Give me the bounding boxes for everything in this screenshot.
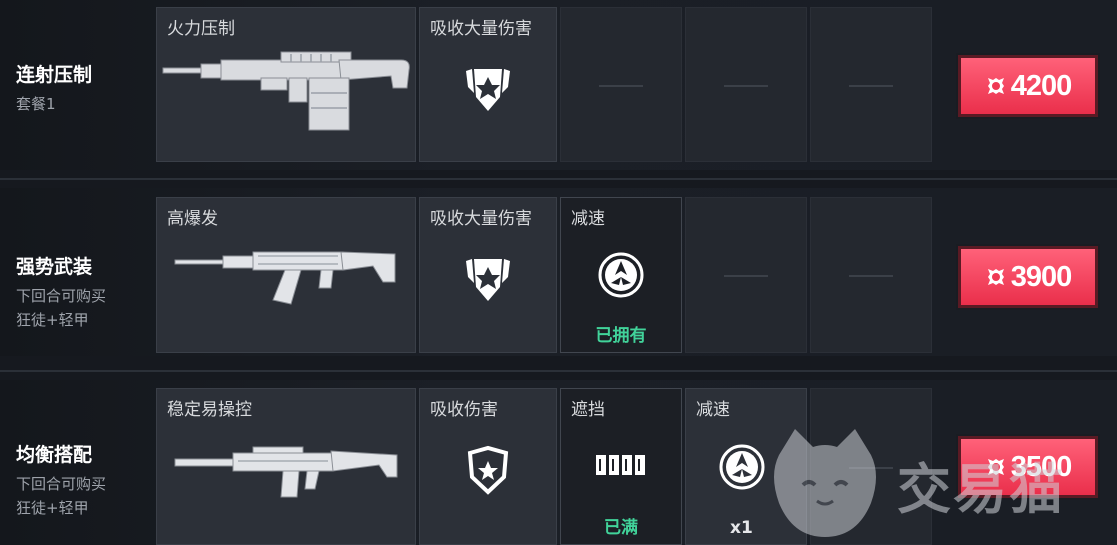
- credits-icon: [987, 459, 1004, 475]
- package-subtitle: 下回合可购买: [16, 475, 107, 493]
- armor-card[interactable]: 吸收大量伤害: [419, 197, 557, 353]
- armor-label: 吸收伤害: [430, 400, 498, 420]
- armor-card[interactable]: 吸收大量伤害: [419, 7, 557, 162]
- weapon-card[interactable]: 火力压制: [156, 7, 416, 162]
- machine-gun-icon: [162, 51, 410, 131]
- weapon-label: 火力压制: [167, 19, 235, 39]
- owned-status: 已拥有: [595, 326, 647, 346]
- empty-slot: [685, 197, 807, 353]
- weapon-label: 高爆发: [167, 209, 218, 229]
- package-subtitle: 下回合可购买: [16, 287, 107, 305]
- ability-label: 遮挡: [571, 400, 605, 420]
- package-title: 连射压制: [16, 64, 93, 86]
- package-subtitle-2: 狂徒+轻甲: [16, 311, 89, 329]
- weapon-card[interactable]: 高爆发: [156, 197, 416, 353]
- ability-card[interactable]: 遮挡 已满: [560, 388, 682, 545]
- package-title: 强势武装: [16, 256, 93, 278]
- slow-orb-icon: [719, 444, 765, 489]
- ability-card[interactable]: 减速 x1: [685, 388, 807, 545]
- armor-label: 吸收大量伤害: [430, 19, 532, 39]
- price-value: 3900: [1010, 260, 1073, 293]
- armor-label: 吸收大量伤害: [430, 209, 532, 229]
- package-row-1: 连射压制 套餐1 火力压制 吸收大量伤害 4200: [0, 0, 1117, 170]
- package-subtitle-2: 狂徒+轻甲: [16, 499, 89, 517]
- empty-slot: [810, 7, 932, 162]
- credits-icon: [987, 78, 1004, 94]
- full-status: 已满: [604, 518, 638, 538]
- ability-label: 减速: [571, 209, 605, 229]
- slow-orb-icon: [598, 252, 644, 298]
- package-row-3: 均衡搭配 下回合可购买 狂徒+轻甲 稳定易操控 吸收伤害 遮挡 已满 减速 x1…: [0, 380, 1117, 545]
- heavy-shield-icon: [466, 68, 510, 111]
- weapon-label: 稳定易操控: [167, 400, 252, 420]
- price-value: 3500: [1010, 450, 1073, 483]
- ability-card[interactable]: 减速 已拥有: [560, 197, 682, 353]
- buy-button[interactable]: 4200: [958, 55, 1098, 117]
- package-subtitle: 套餐1: [16, 95, 56, 113]
- ability-label: 减速: [696, 400, 730, 420]
- price-value: 4200: [1010, 69, 1073, 102]
- empty-slot: [810, 197, 932, 353]
- buy-button[interactable]: 3500: [958, 436, 1098, 498]
- armor-card[interactable]: 吸收伤害: [419, 388, 557, 545]
- assault-rifle-icon: [174, 251, 396, 305]
- credits-icon: [987, 269, 1004, 285]
- rifle-icon: [174, 446, 398, 498]
- wall-icon: [596, 454, 645, 475]
- empty-slot: [685, 7, 807, 162]
- empty-slot: [560, 7, 682, 162]
- buy-button[interactable]: 3900: [958, 246, 1098, 308]
- heavy-shield-icon: [466, 259, 510, 301]
- weapon-card[interactable]: 稳定易操控: [156, 388, 416, 545]
- package-title: 均衡搭配: [16, 444, 93, 466]
- light-shield-icon: [467, 445, 509, 495]
- package-row-2: 强势武装 下回合可购买 狂徒+轻甲 高爆发 吸收大量伤害 减速 已拥有 3900: [0, 188, 1117, 356]
- empty-slot: [810, 388, 932, 545]
